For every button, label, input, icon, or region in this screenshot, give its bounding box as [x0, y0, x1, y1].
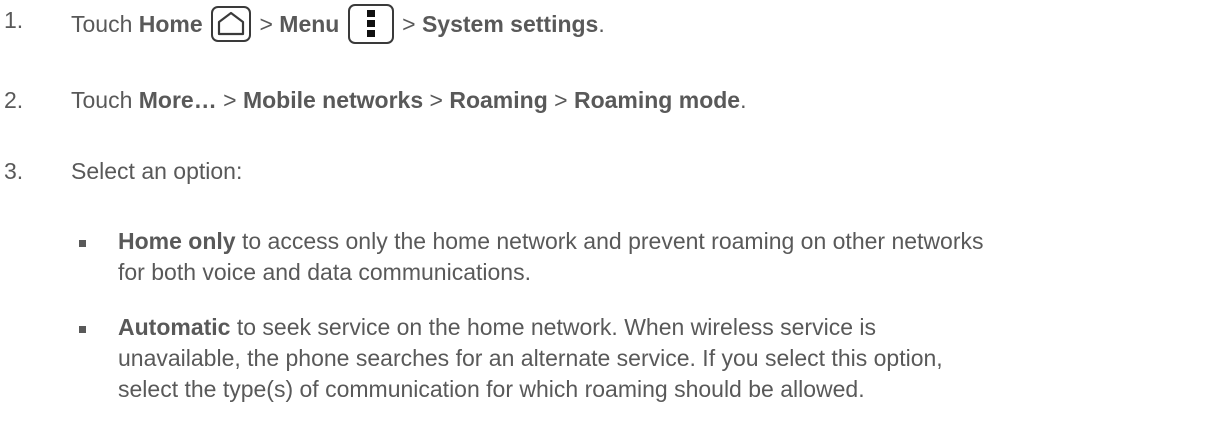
- overflow-menu-icon: [347, 4, 394, 44]
- home-icon: [211, 6, 252, 42]
- step-text: Select an option:: [71, 158, 243, 184]
- bullet: [79, 326, 86, 333]
- option-desc-line: unavailable, the phone searches for an a…: [118, 345, 943, 371]
- system-settings-label: System settings: [421, 11, 599, 38]
- option-desc-line: to access only the home network and prev…: [235, 228, 984, 254]
- option-desc-line: to seek service on the home network. Whe…: [230, 314, 876, 340]
- bullet: [79, 240, 86, 247]
- option-desc-line: for both voice and data communications.: [118, 259, 531, 285]
- punctuation: .: [740, 87, 747, 113]
- separator: >: [429, 87, 443, 113]
- punctuation: .: [598, 11, 605, 38]
- separator: >: [259, 11, 273, 38]
- step-text: Touch Home > Menu > System settings.: [71, 4, 605, 46]
- step-number: 2.: [4, 87, 24, 113]
- option-title: Home only: [118, 228, 236, 254]
- separator: >: [402, 11, 416, 38]
- step-number: 1.: [4, 7, 24, 33]
- menu-label: Menu: [279, 11, 340, 38]
- separator: >: [554, 87, 568, 113]
- more-label: More…: [138, 87, 217, 113]
- step-prefix: Touch: [71, 11, 133, 38]
- step-text: Touch More… > Mobile networks > Roaming …: [71, 86, 746, 114]
- step-prefix: Touch: [71, 87, 133, 113]
- home-label: Home: [138, 11, 203, 38]
- roaming-label: Roaming: [449, 87, 548, 113]
- step-number: 3.: [4, 158, 24, 184]
- mobile-networks-label: Mobile networks: [242, 87, 424, 113]
- roaming-mode-label: Roaming mode: [573, 87, 741, 113]
- option-text: Automatic to seek service on the home ne…: [118, 312, 1208, 405]
- option-desc-line: select the type(s) of communication for …: [118, 376, 865, 402]
- option-title: Automatic: [118, 314, 231, 340]
- option-text: Home only to access only the home networ…: [118, 226, 1208, 288]
- separator: >: [223, 87, 237, 113]
